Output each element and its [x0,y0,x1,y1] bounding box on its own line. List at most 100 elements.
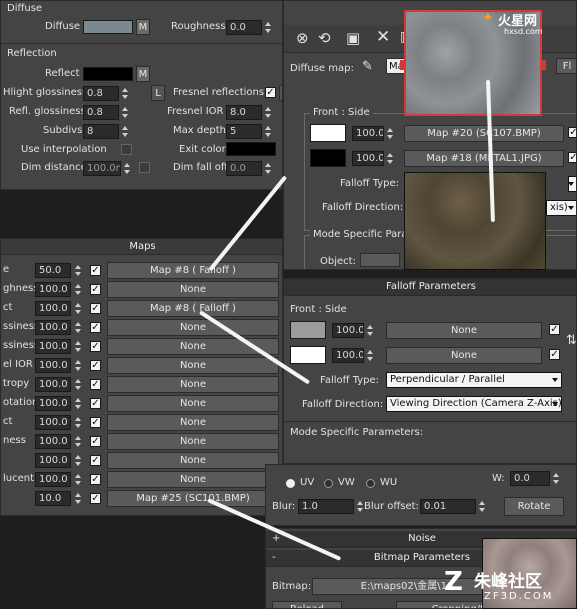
falloff-side-map-button[interactable]: None [386,347,542,364]
reflect-map-button[interactable]: M [136,66,150,82]
object-pick-button[interactable] [360,253,400,267]
side-amount-spinner[interactable] [386,151,395,166]
map-row-checkbox[interactable]: ✓ [90,360,101,371]
map-row-button[interactable]: None [107,357,279,374]
roughness-spinner[interactable] [264,20,273,35]
map-row-amount[interactable]: 100.0 [35,453,71,468]
map-row-amount[interactable]: 10.0 [35,491,71,506]
falloff-front-amount[interactable]: 100.0 [332,323,364,338]
map-row-spinner[interactable] [74,320,83,335]
max-depth-spinner[interactable] [264,124,273,139]
hilight-glossiness-input[interactable]: 0.8 [83,86,119,101]
map-row-checkbox[interactable]: ✓ [90,474,101,485]
map-row-button[interactable]: Map #8 ( Falloff ) [107,262,279,279]
wu-radio[interactable] [366,479,375,488]
map-row-spinner[interactable] [74,377,83,392]
map-row-spinner[interactable] [74,339,83,354]
blur-offset-input[interactable]: 0.01 [420,499,476,514]
map-row-spinner[interactable] [74,282,83,297]
dim-distance-spinner[interactable] [123,161,132,176]
map-row-checkbox[interactable]: ✓ [90,379,101,390]
map-row-spinner[interactable] [74,491,83,506]
falloff-side-checkbox[interactable]: ✓ [549,349,560,360]
falloff-type-dropdown[interactable]: Perpendicular / Parallel [386,372,562,388]
diffuse-color-swatch[interactable] [83,20,133,34]
map-row-amount[interactable]: 100.0 [35,377,71,392]
map-row-checkbox[interactable]: ✓ [90,322,101,333]
map-row-spinner[interactable] [74,301,83,316]
map-row-amount[interactable]: 100.0 [35,472,71,487]
front-map-button[interactable]: Map #20 (SC107.BMP) [404,125,564,142]
side-amount-input[interactable]: 100.0 [352,151,384,166]
front-amount-spinner[interactable] [386,126,395,141]
map-row-amount[interactable]: 100.0 [35,282,71,297]
refl-glossiness-spinner[interactable] [121,105,130,120]
map-row-button[interactable]: None [107,471,279,488]
map-row-spinner[interactable] [74,263,83,278]
map-row-amount[interactable]: 100.0 [35,396,71,411]
falloff-type-dropdown[interactable] [568,176,576,192]
map-row-checkbox[interactable]: ✓ [90,341,101,352]
map-row-amount[interactable]: 100.0 [35,301,71,316]
exit-color-swatch[interactable] [226,142,276,156]
reload-button[interactable]: Reload [272,601,342,608]
blur-input[interactable]: 1.0 [298,499,354,514]
diffuse-map-button[interactable]: M [136,19,150,35]
map-row-checkbox[interactable]: ✓ [90,455,101,466]
map-row-button[interactable]: None [107,376,279,393]
w-input[interactable]: 0.0 [510,471,550,486]
put-to-library-icon[interactable]: ▣ [346,29,360,47]
map-row-checkbox[interactable]: ✓ [90,265,101,276]
falloff-side-spinner[interactable] [366,348,375,363]
falloff-direction-dropdown[interactable]: xis) [546,200,576,216]
falloff-front-spinner[interactable] [366,323,375,338]
uv-radio[interactable] [286,479,295,488]
map-row-checkbox[interactable]: ✓ [90,436,101,447]
hilight-lock-button[interactable]: L [151,85,165,101]
map-row-checkbox[interactable]: ✓ [90,303,101,314]
falloff-side-swatch[interactable] [290,346,326,364]
dim-falloff-spinner[interactable] [264,161,273,176]
subdivs-input[interactable]: 8 [83,124,119,139]
rotate-button[interactable]: Rotate [504,497,564,516]
map-row-button[interactable]: None [107,319,279,336]
map-row-button[interactable]: None [107,452,279,469]
front-amount-input[interactable]: 100.0 [352,126,384,141]
use-interpolation-checkbox[interactable] [121,144,132,155]
map-row-checkbox[interactable]: ✓ [90,493,101,504]
map-row-spinner[interactable] [74,434,83,449]
map-row-button[interactable]: None [107,414,279,431]
map-row-checkbox[interactable]: ✓ [90,284,101,295]
map-row-amount[interactable]: 50.0 [35,263,71,278]
blur-offset-spinner[interactable] [478,499,487,514]
falloff-direction-dropdown[interactable]: Viewing Direction (Camera Z-Axis) [386,396,562,412]
fresnel-reflections-checkbox[interactable]: ✓ [265,87,276,98]
fresnel-ior-input[interactable]: 8.0 [226,105,262,120]
map-type-button[interactable]: Fl [556,58,576,74]
falloff-front-checkbox[interactable]: ✓ [549,324,560,335]
map-row-amount[interactable]: 100.0 [35,415,71,430]
side-map-checkbox[interactable]: ✓ [568,152,576,163]
side-map-button[interactable]: Map #18 (METAL1.JPG) [404,150,564,167]
map-row-button[interactable]: None [107,281,279,298]
map-row-spinner[interactable] [74,472,83,487]
reflect-color-swatch[interactable] [83,67,133,81]
delete-icon[interactable]: ✕ [376,27,390,47]
map-row-spinner[interactable] [74,453,83,468]
side-color-swatch[interactable] [310,149,346,167]
map-row-spinner[interactable] [74,415,83,430]
subdivs-spinner[interactable] [121,124,130,139]
map-row-amount[interactable]: 100.0 [35,434,71,449]
map-row-amount[interactable]: 100.0 [35,320,71,335]
fresnel-ior-spinner[interactable] [264,105,273,120]
map-row-button[interactable]: Map #8 ( Falloff ) [107,300,279,317]
dim-falloff-input[interactable]: 0.0 [226,161,262,176]
eyedropper-icon[interactable]: ✎ [362,59,373,74]
vw-radio[interactable] [324,479,333,488]
map-row-button[interactable]: Map #25 (SC101.BMP) [107,490,279,507]
map-row-amount[interactable]: 100.0 [35,358,71,373]
hilight-glossiness-spinner[interactable] [121,86,130,101]
map-row-amount[interactable]: 100.0 [35,339,71,354]
map-row-spinner[interactable] [74,358,83,373]
map-row-button[interactable]: None [107,433,279,450]
